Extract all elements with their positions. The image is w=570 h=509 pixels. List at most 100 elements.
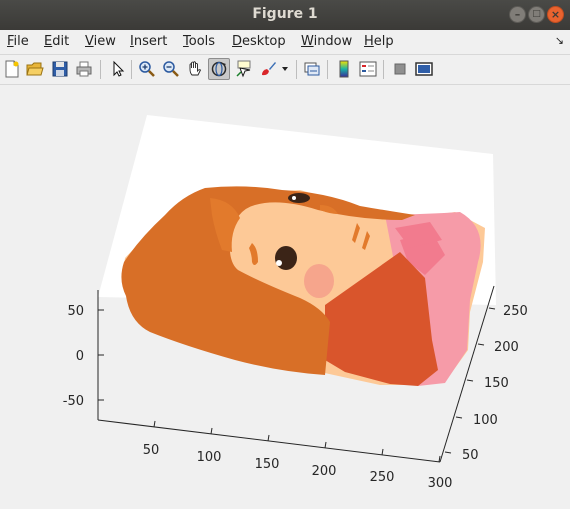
close-icon: × [550,8,561,21]
open-file-button[interactable] [24,58,46,80]
axes-3d[interactable]: 50 0 -50 50 100 150 200 250 300 50 100 1… [0,85,570,505]
menu-tools[interactable]: Tools [183,34,215,49]
y-tick-label: 50 [143,443,160,458]
zoom-in-icon [139,61,155,77]
y-tick-label: 200 [312,464,337,479]
menu-window[interactable]: Window [301,34,352,49]
rotate-3d-icon [211,61,227,77]
brush-icon [262,62,276,76]
toolbar-separator [100,60,101,79]
window-title: Figure 1 [252,6,318,22]
maximize-icon: □ [532,9,541,19]
menu-desktop-label: esktop [242,34,286,49]
y-tick [210,427,213,435]
y-tick [153,420,156,428]
x-tick [444,451,452,454]
menu-edit[interactable]: Edit [44,34,69,49]
menu-view-mnemonic: V [85,34,94,49]
colorbar-button[interactable] [333,58,355,80]
menu-view-label: iew [93,34,116,49]
figure-canvas[interactable]: 50 0 -50 50 100 150 200 250 300 50 100 1… [0,85,570,505]
menu-desktop-mnemonic: D [232,34,243,49]
rotate-3d-button[interactable] [208,58,230,80]
arrow-pointer-icon [113,60,125,77]
legend-button[interactable] [357,58,379,80]
folder-icon [26,62,44,76]
menu-tools-label: ools [188,34,216,49]
x-tick-label: 200 [494,340,519,355]
menu-desktop[interactable]: Desktop [232,34,286,49]
hide-plot-tools-icon [394,63,406,75]
menu-window-mnemonic: W [301,34,314,49]
surface-eye-highlight [276,260,282,266]
printer-icon [76,61,92,77]
zoom-in-button[interactable] [136,58,158,80]
link-plot-icon [304,62,320,76]
chevron-down-icon [282,67,288,71]
pan-button[interactable] [184,58,206,80]
minimize-button[interactable]: – [509,6,526,23]
surface-eye-region [275,246,297,270]
surface-eye-region [288,193,310,203]
toolbar-separator [327,60,328,79]
toolbar-separator [383,60,384,79]
x-tick [488,307,496,310]
x-tick-label: 50 [462,448,479,463]
menu-help-mnemonic: H [364,34,374,49]
y-tick-label: 100 [197,450,222,465]
maximize-button[interactable]: □ [528,6,545,23]
floppy-disk-icon [52,61,68,77]
dock-arrow-icon[interactable]: ↘ [555,34,564,47]
legend-icon [359,61,377,77]
save-button[interactable] [49,58,71,80]
z-tick-label: 50 [67,304,84,319]
menu-file[interactable]: File [7,34,29,49]
menu-window-label: indow [313,34,353,49]
colorbar-icon [339,60,349,78]
menu-help-label: elp [373,34,394,49]
y-tick [324,441,327,449]
x-tick [455,416,463,419]
show-plot-tools-button[interactable] [413,58,435,80]
y-tick-label: 300 [428,476,453,491]
surface-eye-highlight [292,196,296,200]
new-file-icon [5,60,19,78]
toolbar-separator [296,60,297,79]
hide-plot-tools-button[interactable] [389,58,411,80]
x-tick-label: 150 [484,376,509,391]
data-cursor-icon [236,60,251,78]
z-tick-label: 0 [76,349,84,364]
show-plot-tools-icon [415,62,433,76]
y-tick-label: 250 [370,470,395,485]
data-cursor-button[interactable] [233,58,255,80]
brush-dropdown-button[interactable] [279,58,291,80]
menu-view[interactable]: View [85,34,116,49]
surface-cheek-region [304,264,334,298]
menu-file-label: ile [13,34,29,49]
menu-edit-mnemonic: E [44,34,53,49]
z-tick-label: -50 [63,394,84,409]
toolbar-separator [131,60,132,79]
close-button[interactable]: × [547,6,564,23]
minimize-icon: – [514,8,521,21]
title-bar: Figure 1 – □ × [0,0,570,30]
y-tick [381,448,384,456]
menu-help[interactable]: Help [364,34,394,49]
zoom-out-icon [163,61,179,77]
edit-plot-button[interactable] [106,58,128,80]
menu-insert[interactable]: Insert [130,34,167,49]
x-tick [466,379,474,382]
link-plot-button[interactable] [301,58,323,80]
menu-insert-label: nsert [133,34,168,49]
x-tick [477,343,485,346]
new-figure-button[interactable] [1,58,23,80]
brush-button[interactable] [257,58,279,80]
y-tick [267,434,270,442]
x-tick-label: 250 [503,304,528,319]
x-tick-label: 100 [473,413,498,428]
figure-toolbar [0,55,570,85]
zoom-out-button[interactable] [160,58,182,80]
print-button[interactable] [73,58,95,80]
menu-edit-label: dit [52,34,70,49]
hand-pan-icon [189,61,202,76]
